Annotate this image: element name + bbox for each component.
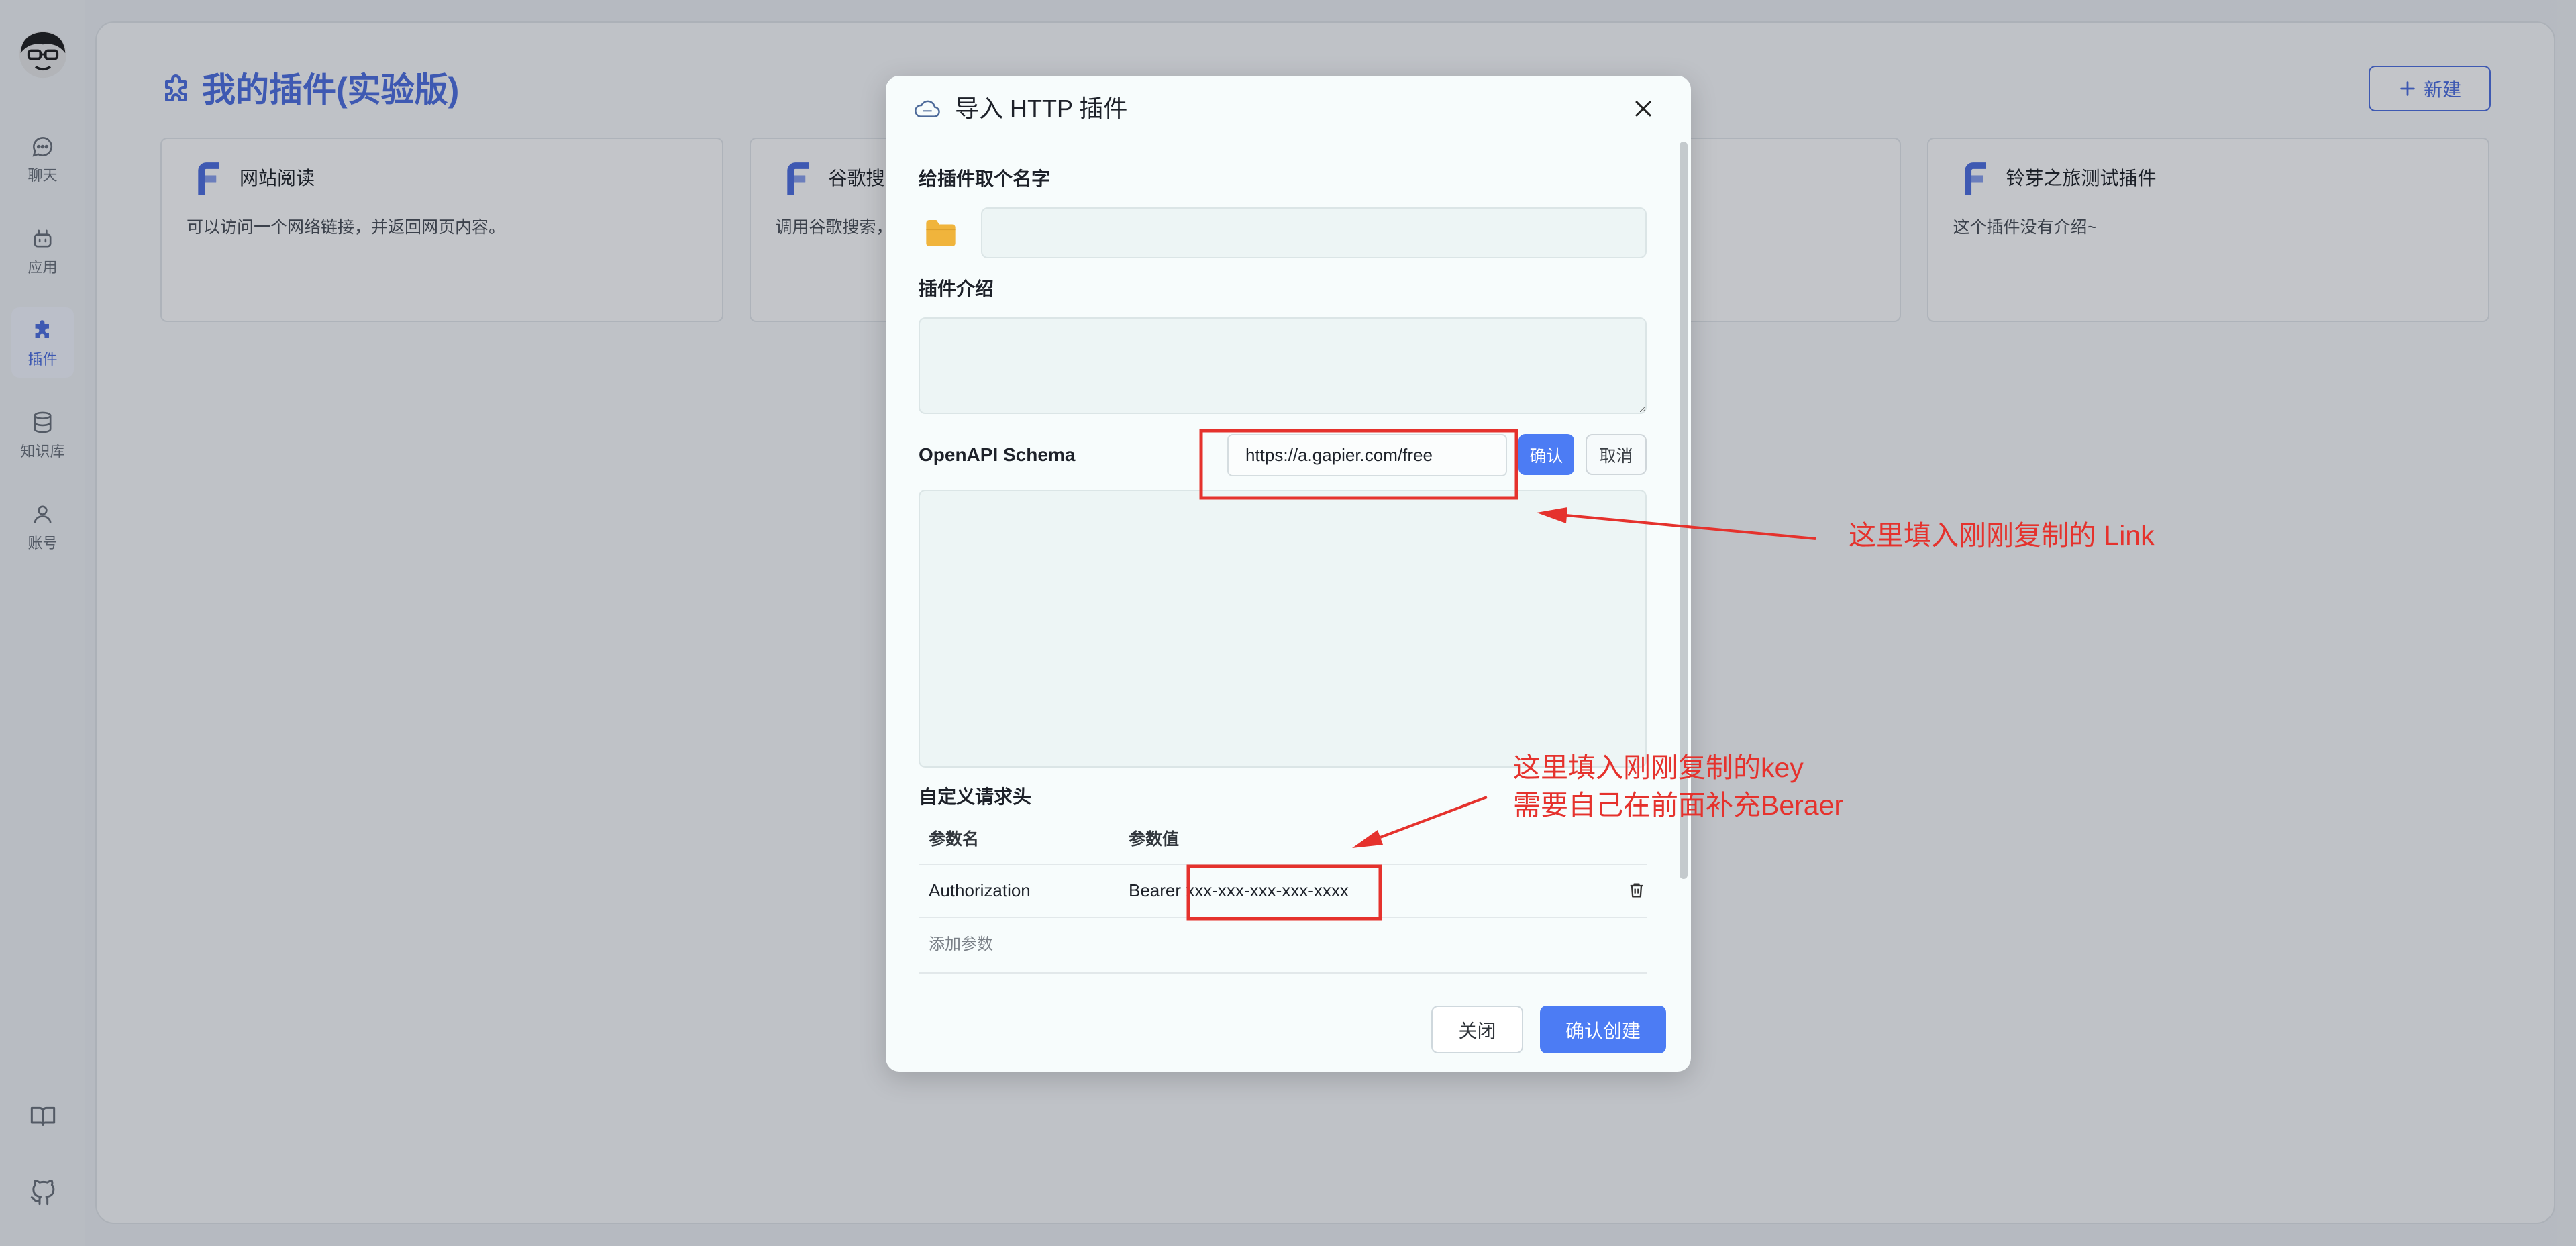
table-divider <box>919 864 1647 865</box>
import-http-plugin-modal: 导入 HTTP 插件 给插件取个名字 插件介绍 OpenAPI Schema 确… <box>886 76 1691 1072</box>
header-column-value: 参数值 <box>1129 830 1180 849</box>
schema-url-cancel-button[interactable]: 取消 <box>1586 434 1647 475</box>
schema-url-input[interactable] <box>1227 434 1507 476</box>
table-divider <box>919 917 1647 918</box>
trash-icon[interactable] <box>1627 881 1646 900</box>
close-icon[interactable] <box>1632 97 1655 120</box>
plugin-intro-textarea[interactable] <box>919 317 1647 414</box>
plugin-intro-label: 插件介绍 <box>919 278 994 299</box>
header-key-input[interactable] <box>929 874 1117 907</box>
confirm-create-button[interactable]: 确认创建 <box>1540 1006 1666 1053</box>
header-column-name: 参数名 <box>929 830 980 849</box>
link-annotation: 这里填入刚刚复制的 Link <box>1849 520 2155 551</box>
key-annotation-line-1: 这里填入刚刚复制的key <box>1513 752 1804 783</box>
schema-url-confirm-button[interactable]: 确认 <box>1518 434 1574 475</box>
plugin-name-label: 给插件取个名字 <box>919 168 1051 189</box>
modal-title: 导入 HTTP 插件 <box>955 95 1128 122</box>
add-header-param-button[interactable]: 添加参数 <box>929 935 993 955</box>
header-value-input[interactable] <box>1129 874 1612 907</box>
key-annotation-line-2: 需要自己在前面补充Beraer <box>1513 790 1844 821</box>
folder-icon[interactable] <box>923 217 958 250</box>
openapi-schema-label: OpenAPI Schema <box>919 444 1076 465</box>
http-cloud-icon <box>914 96 941 121</box>
table-divider <box>919 972 1647 974</box>
custom-headers-label: 自定义请求头 <box>919 786 1032 807</box>
close-button[interactable]: 关闭 <box>1431 1006 1523 1053</box>
openapi-schema-textarea[interactable] <box>919 490 1647 768</box>
plugin-name-input[interactable] <box>981 207 1647 258</box>
